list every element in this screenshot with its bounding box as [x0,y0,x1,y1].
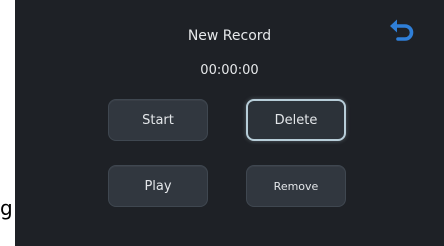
record-timer: 00:00:00 [200,63,259,78]
page-title: New Record [187,28,272,44]
remove-button[interactable]: Remove [246,165,346,207]
start-button[interactable]: Start [108,99,208,141]
play-button[interactable]: Play [108,165,208,207]
stray-label: g [0,196,13,220]
delete-button[interactable]: Delete [246,99,346,141]
record-screen: New Record 00:00:00 Start Delete Play Re… [15,0,444,246]
